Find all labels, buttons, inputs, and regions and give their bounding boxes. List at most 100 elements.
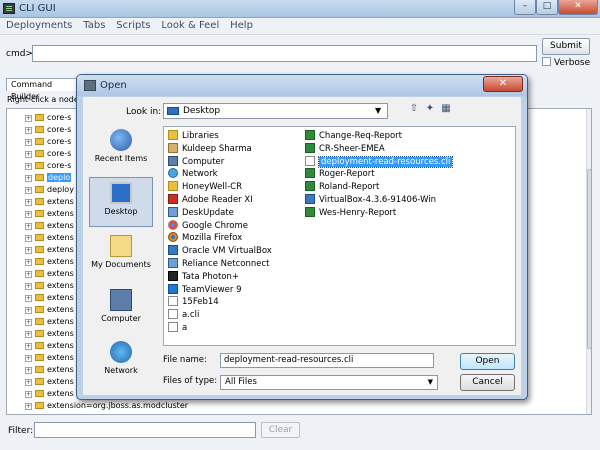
cancel-button[interactable]: Cancel [460,374,515,391]
expand-icon[interactable]: + [25,139,32,146]
tree-row[interactable]: + extens [25,256,74,268]
verbose-checkbox[interactable]: Verbose [542,57,590,68]
file-item[interactable]: Reliance Netconnect [168,258,269,270]
file-item[interactable]: Adobe Reader XI [168,194,253,206]
minimize-button[interactable]: – [514,0,536,15]
file-item[interactable]: CR-Sheer-EMEA [305,142,385,155]
tree-row[interactable]: + extens [25,316,74,328]
cmd-input[interactable] [32,45,537,62]
tree-row[interactable]: + extens [25,220,74,232]
place-network[interactable]: Network [89,337,153,387]
tree-row[interactable]: + core-s [25,112,71,124]
tree-row[interactable]: + core-s [25,160,71,172]
file-item[interactable]: Computer [168,155,224,168]
expand-icon[interactable]: + [25,343,32,350]
expand-icon[interactable]: + [25,295,32,302]
tree-row[interactable]: + extens [25,280,74,292]
tree-row[interactable]: + deploy [25,184,74,196]
tree-row[interactable]: + extens [25,244,74,256]
scrollbar-thumb[interactable] [587,169,591,349]
place-my-documents[interactable]: My Documents [89,231,153,281]
maximize-button[interactable]: □ [536,0,558,15]
file-item[interactable]: DeskUpdate [168,206,234,219]
menu-look-and-feel[interactable]: Look & Feel [157,18,223,34]
dialog-close-button[interactable]: ✕ [483,76,523,92]
tree-row[interactable]: + core-s [25,124,71,136]
tree-row[interactable]: + deplo [25,172,72,184]
expand-icon[interactable]: + [25,211,32,218]
tree-row[interactable]: + extens [25,328,74,340]
expand-icon[interactable]: + [25,391,32,398]
files-of-type-select[interactable]: All Files ▼ [220,375,438,390]
submit-button[interactable]: Submit [542,38,590,55]
expand-icon[interactable]: + [25,235,32,242]
file-item[interactable]: HoneyWell-CR [168,181,242,193]
expand-icon[interactable]: + [25,247,32,254]
expand-icon[interactable]: + [25,319,32,326]
menu-help[interactable]: Help [226,18,257,34]
file-item[interactable]: Oracle VM VirtualBox [168,245,272,257]
tree-row[interactable]: + extens [25,304,74,316]
close-button[interactable]: ✕ [558,0,598,15]
menu-deployments[interactable]: Deployments [0,18,76,34]
tree-row[interactable]: + extension=org.jboss.as.modcluster [25,400,188,412]
tree-row[interactable]: + extens [25,232,74,244]
tree-row[interactable]: + extens [25,352,74,364]
file-item[interactable]: Change-Req-Report [305,130,402,142]
expand-icon[interactable]: + [25,199,32,206]
expand-icon[interactable]: + [25,283,32,290]
expand-icon[interactable]: + [25,331,32,338]
file-item[interactable]: a [168,322,187,334]
clear-button[interactable]: Clear [261,422,300,438]
file-item[interactable]: Libraries [168,130,219,142]
expand-icon[interactable]: + [25,367,32,374]
file-item[interactable]: Network [168,168,218,180]
file-item[interactable]: Roger-Report [305,168,375,180]
expand-icon[interactable]: + [25,259,32,266]
file-item[interactable]: TeamViewer 9 [168,283,241,296]
expand-icon[interactable]: + [25,115,32,122]
expand-icon[interactable]: + [25,127,32,134]
expand-icon[interactable]: + [25,403,32,410]
file-item[interactable]: Wes-Henry-Report [305,206,396,219]
file-item[interactable]: VirtualBox-4.3.6-91406-Win [305,194,436,206]
tree-row[interactable]: + extens [25,340,74,352]
expand-icon[interactable]: + [25,163,32,170]
tree-row[interactable]: + core-s [25,136,71,148]
expand-icon[interactable]: + [25,223,32,230]
file-item[interactable]: 15Feb14 [168,296,219,308]
file-item[interactable]: Tata Photon+ [168,270,239,283]
expand-icon[interactable]: + [25,379,32,386]
up-folder-icon[interactable]: ⇧ [408,103,420,115]
menu-tabs[interactable]: Tabs [79,18,109,34]
tree-row[interactable]: + core-s [25,148,71,160]
file-name-input[interactable]: deployment-read-resources.cli [220,353,434,368]
expand-icon[interactable]: + [25,175,32,182]
checkbox-box[interactable] [542,57,551,66]
tree-row[interactable]: + extens [25,388,74,400]
tree-row[interactable]: + extens [25,364,74,376]
tree-row[interactable]: + extens [25,268,74,280]
look-in-select[interactable]: Desktop ▼ [163,103,388,119]
tree-row[interactable]: + extens [25,208,74,220]
tree-scrollbar[interactable] [586,109,591,414]
expand-icon[interactable]: + [25,151,32,158]
file-item[interactable]: Roland-Report [305,181,379,193]
tree-row[interactable]: + extens [25,292,74,304]
place-recent-items[interactable]: Recent Items [89,125,153,175]
tree-row[interactable]: + extens [25,196,74,208]
place-computer[interactable]: Computer [89,285,153,335]
file-item[interactable]: Kuldeep Sharma [168,142,252,155]
file-item[interactable]: Mozilla Firefox [168,232,242,244]
menu-scripts[interactable]: Scripts [112,18,154,34]
tree-row[interactable]: + extens [25,376,74,388]
expand-icon[interactable]: + [25,355,32,362]
place-desktop[interactable]: Desktop [89,177,153,227]
file-item[interactable]: Google Chrome [168,219,248,232]
new-folder-icon[interactable]: ✦ [424,103,436,115]
view-menu-icon[interactable]: ▦ [440,103,452,115]
filter-input[interactable] [34,422,256,438]
expand-icon[interactable]: + [25,307,32,314]
file-item[interactable]: a.cli [168,309,199,321]
tab-command-builder[interactable]: Command Builder [6,78,78,101]
